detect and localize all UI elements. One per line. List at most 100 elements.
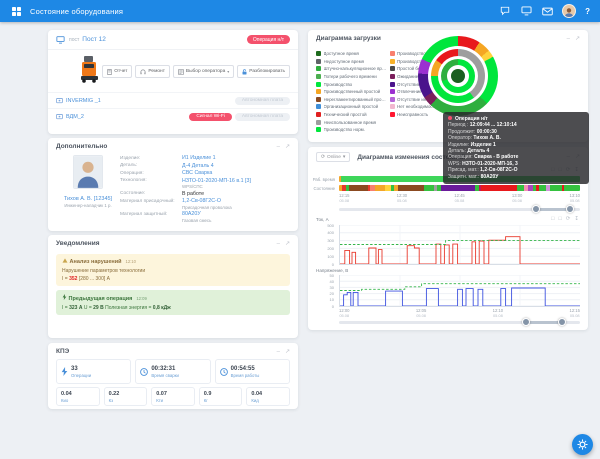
alert-time: 12:09 xyxy=(136,296,146,301)
legend-item[interactable]: Штучно-калькуляционное время xyxy=(316,65,387,73)
axis-tick: 12:1005.08 xyxy=(493,308,503,318)
legend-item[interactable]: Недоступное время xyxy=(316,58,387,66)
kpi-value: 0.07 xyxy=(156,391,167,397)
legend-item[interactable]: Потери рабочего времени xyxy=(316,73,387,81)
post-title[interactable]: Пост 12 xyxy=(82,36,106,43)
expand-icon[interactable]: ↗ xyxy=(285,144,290,150)
operator-list-icon xyxy=(178,69,184,75)
kpi-tile[interactable]: 00:32:31Время сварки xyxy=(135,359,210,384)
bolt-icon xyxy=(61,363,68,381)
field-value[interactable]: НЗТО-01-2020-МП-16 в.1 [3] xyxy=(182,178,251,184)
legend-item[interactable]: Неиспользованное время xyxy=(316,118,387,126)
card-title: Дополнительно xyxy=(56,143,107,150)
unlock-button[interactable]: Разблокировать xyxy=(237,65,290,78)
axis-tick: 13:1005.08 xyxy=(570,193,580,203)
wifi-signal-badge: Сигнал Wi-Fi xyxy=(189,113,232,121)
kpi-tile[interactable]: 00:54:55Время работы xyxy=(215,359,290,384)
collapse-icon[interactable]: – xyxy=(277,144,280,150)
field-value: В работе xyxy=(182,191,204,197)
kpi-label: Кио xyxy=(61,398,72,403)
kpi-tile[interactable]: 0.22Кз xyxy=(104,387,148,406)
chat-icon[interactable] xyxy=(499,6,511,17)
refresh-icon[interactable]: ⟳ xyxy=(566,217,571,223)
field-value[interactable]: СВС Сварка xyxy=(182,170,212,176)
expand-icon[interactable]: ↗ xyxy=(575,36,580,42)
kpi-label: Кид xyxy=(251,398,262,403)
voltage-chart xyxy=(339,275,580,307)
legend-item[interactable]: Производство норм. xyxy=(316,126,387,134)
warning-alert: Анализ нарушений12:10 Нарушение параметр… xyxy=(56,254,290,286)
kpi-value: 33 xyxy=(71,366,91,372)
device-name[interactable]: ВДМ_2 xyxy=(66,114,84,120)
settings-fab-button[interactable] xyxy=(572,434,593,455)
legend-swatch xyxy=(390,112,395,117)
expand-icon[interactable]: ↗ xyxy=(285,241,290,247)
expand-icon[interactable]: ↗ xyxy=(285,349,290,355)
tooltip-line: Защитн. мат.: 80А20У xyxy=(448,174,584,180)
field-value-wrap: 1,2-Св-08Г2С-ОПрисадочная проволока xyxy=(182,198,232,210)
chart-tooltip: Операция н/тПериод : 12:09:44 ... 12:10:… xyxy=(443,112,589,184)
collapse-icon[interactable]: – xyxy=(277,349,280,355)
device-name[interactable]: INVERMIG _1 xyxy=(66,98,101,104)
legend-swatch xyxy=(316,66,321,71)
legend-item[interactable]: Организационный простой xyxy=(316,103,387,111)
legend-swatch xyxy=(316,82,321,87)
state-segment xyxy=(441,185,475,191)
repair-button[interactable]: Ремонт xyxy=(135,65,169,78)
card-title: КПЭ xyxy=(56,348,69,355)
legend-item[interactable]: Технический простой xyxy=(316,111,387,119)
device-icon xyxy=(56,98,63,104)
operator-photo xyxy=(73,176,103,193)
collapse-icon[interactable]: – xyxy=(567,36,570,42)
kpi-tile[interactable]: 33Операции xyxy=(56,359,131,384)
slider-handle[interactable] xyxy=(532,205,540,213)
slider-handle[interactable] xyxy=(566,205,574,213)
kpi-tile[interactable]: 0.04Кио xyxy=(56,387,100,406)
y-tick-label: 0 xyxy=(332,304,334,309)
field-label: Материал защитный: xyxy=(120,211,182,223)
help-icon[interactable]: ? xyxy=(585,7,590,16)
monitor-icon[interactable] xyxy=(520,6,532,17)
alert-metric: I = 352 [280 ... 300] А xyxy=(62,276,284,282)
y-tick-label: 30 xyxy=(330,285,334,290)
kpi-tile[interactable]: 0.04Кид xyxy=(246,387,290,406)
field-value[interactable]: Д-4 Деталь 4 xyxy=(182,163,214,169)
kpi-value: 0.22 xyxy=(109,391,120,397)
legend-item[interactable]: Производство xyxy=(316,80,387,88)
slider-handle[interactable] xyxy=(558,318,566,326)
success-alert: Предыдущая операция12:09 I = 323 А U = 2… xyxy=(56,290,290,315)
field-value[interactable]: И1 Изделие 1 xyxy=(182,155,216,161)
kpi-tile[interactable]: 0.9Кг xyxy=(199,387,243,406)
alert-text: Нарушение параметров технологии xyxy=(62,268,284,274)
legend-item[interactable]: Доступное время xyxy=(316,50,387,58)
user-avatar[interactable] xyxy=(562,4,576,18)
zoom-box-icon[interactable]: □ xyxy=(551,217,554,223)
unlock-icon xyxy=(242,69,247,75)
kpi-tile[interactable]: 0.07Кти xyxy=(151,387,195,406)
range-slider xyxy=(339,205,580,214)
slider-handle[interactable] xyxy=(522,318,530,326)
device-row[interactable]: INVERMIG _1 Автономная плата xyxy=(48,92,298,108)
kpi-col: 0.07Кти xyxy=(156,391,167,403)
report-button[interactable]: Отчет xyxy=(102,65,132,78)
field-label: Изделие: xyxy=(120,155,182,161)
kpi-value: 0.04 xyxy=(251,391,262,397)
kpi-value: 00:54:55 xyxy=(231,366,260,372)
legend-swatch xyxy=(390,89,395,94)
kpi-col: 0.22Кз xyxy=(109,391,120,403)
operator-link[interactable]: Тихов А. В. [12345] xyxy=(56,196,120,202)
mail-icon[interactable] xyxy=(541,6,553,17)
state-segment xyxy=(517,185,524,191)
field-value[interactable]: 80А20У xyxy=(182,211,211,217)
legend-item[interactable]: Производственный простой xyxy=(316,88,387,96)
online-mode-button[interactable]: ⟳ Online ▾ xyxy=(316,152,350,162)
collapse-icon[interactable]: – xyxy=(277,241,280,247)
field-value[interactable]: 1,2-Св-08Г2С-О xyxy=(182,198,232,204)
apps-grid-icon[interactable] xyxy=(10,6,22,17)
download-icon[interactable]: ↧ xyxy=(574,217,579,223)
device-row[interactable]: ВДМ_2 Сигнал Wi-Fi Автономная плата xyxy=(48,108,298,124)
zoom-reset-icon[interactable]: □ xyxy=(558,217,561,223)
select-operator-button[interactable]: Выбор оператора▾ xyxy=(173,65,234,78)
legend-item[interactable]: Нерегламентированный простой xyxy=(316,96,387,104)
post-monitor-icon xyxy=(56,36,65,44)
